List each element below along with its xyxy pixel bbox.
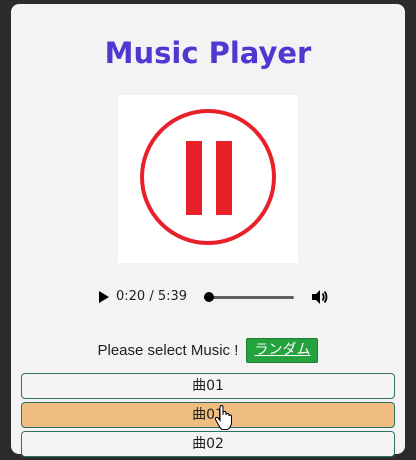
- track-list: 曲01 曲01 曲02: [21, 373, 395, 460]
- pause-circle-icon: [140, 109, 276, 245]
- page-title: Music Player: [104, 36, 312, 70]
- random-button[interactable]: ランダム: [246, 338, 319, 363]
- track-item-active[interactable]: 曲01: [21, 402, 395, 428]
- time-display: 0:20 / 5:39: [116, 289, 188, 304]
- track-item[interactable]: 曲02: [21, 431, 395, 457]
- seek-thumb[interactable]: [204, 292, 215, 302]
- play-icon: [99, 291, 109, 303]
- seek-track: [204, 296, 294, 299]
- play-button[interactable]: [93, 286, 115, 308]
- volume-button[interactable]: [308, 286, 330, 308]
- track-item[interactable]: 曲01: [21, 373, 395, 399]
- select-row: Please select Music ! ランダム: [11, 338, 405, 363]
- volume-icon: [312, 290, 328, 304]
- audio-player: 0:20 / 5:39: [87, 278, 339, 316]
- seek-slider[interactable]: [204, 290, 294, 304]
- select-prompt: Please select Music !: [97, 342, 239, 359]
- player-card: Music Player 0:20 / 5:39 Please select M…: [11, 4, 405, 457]
- album-cover: [118, 95, 298, 263]
